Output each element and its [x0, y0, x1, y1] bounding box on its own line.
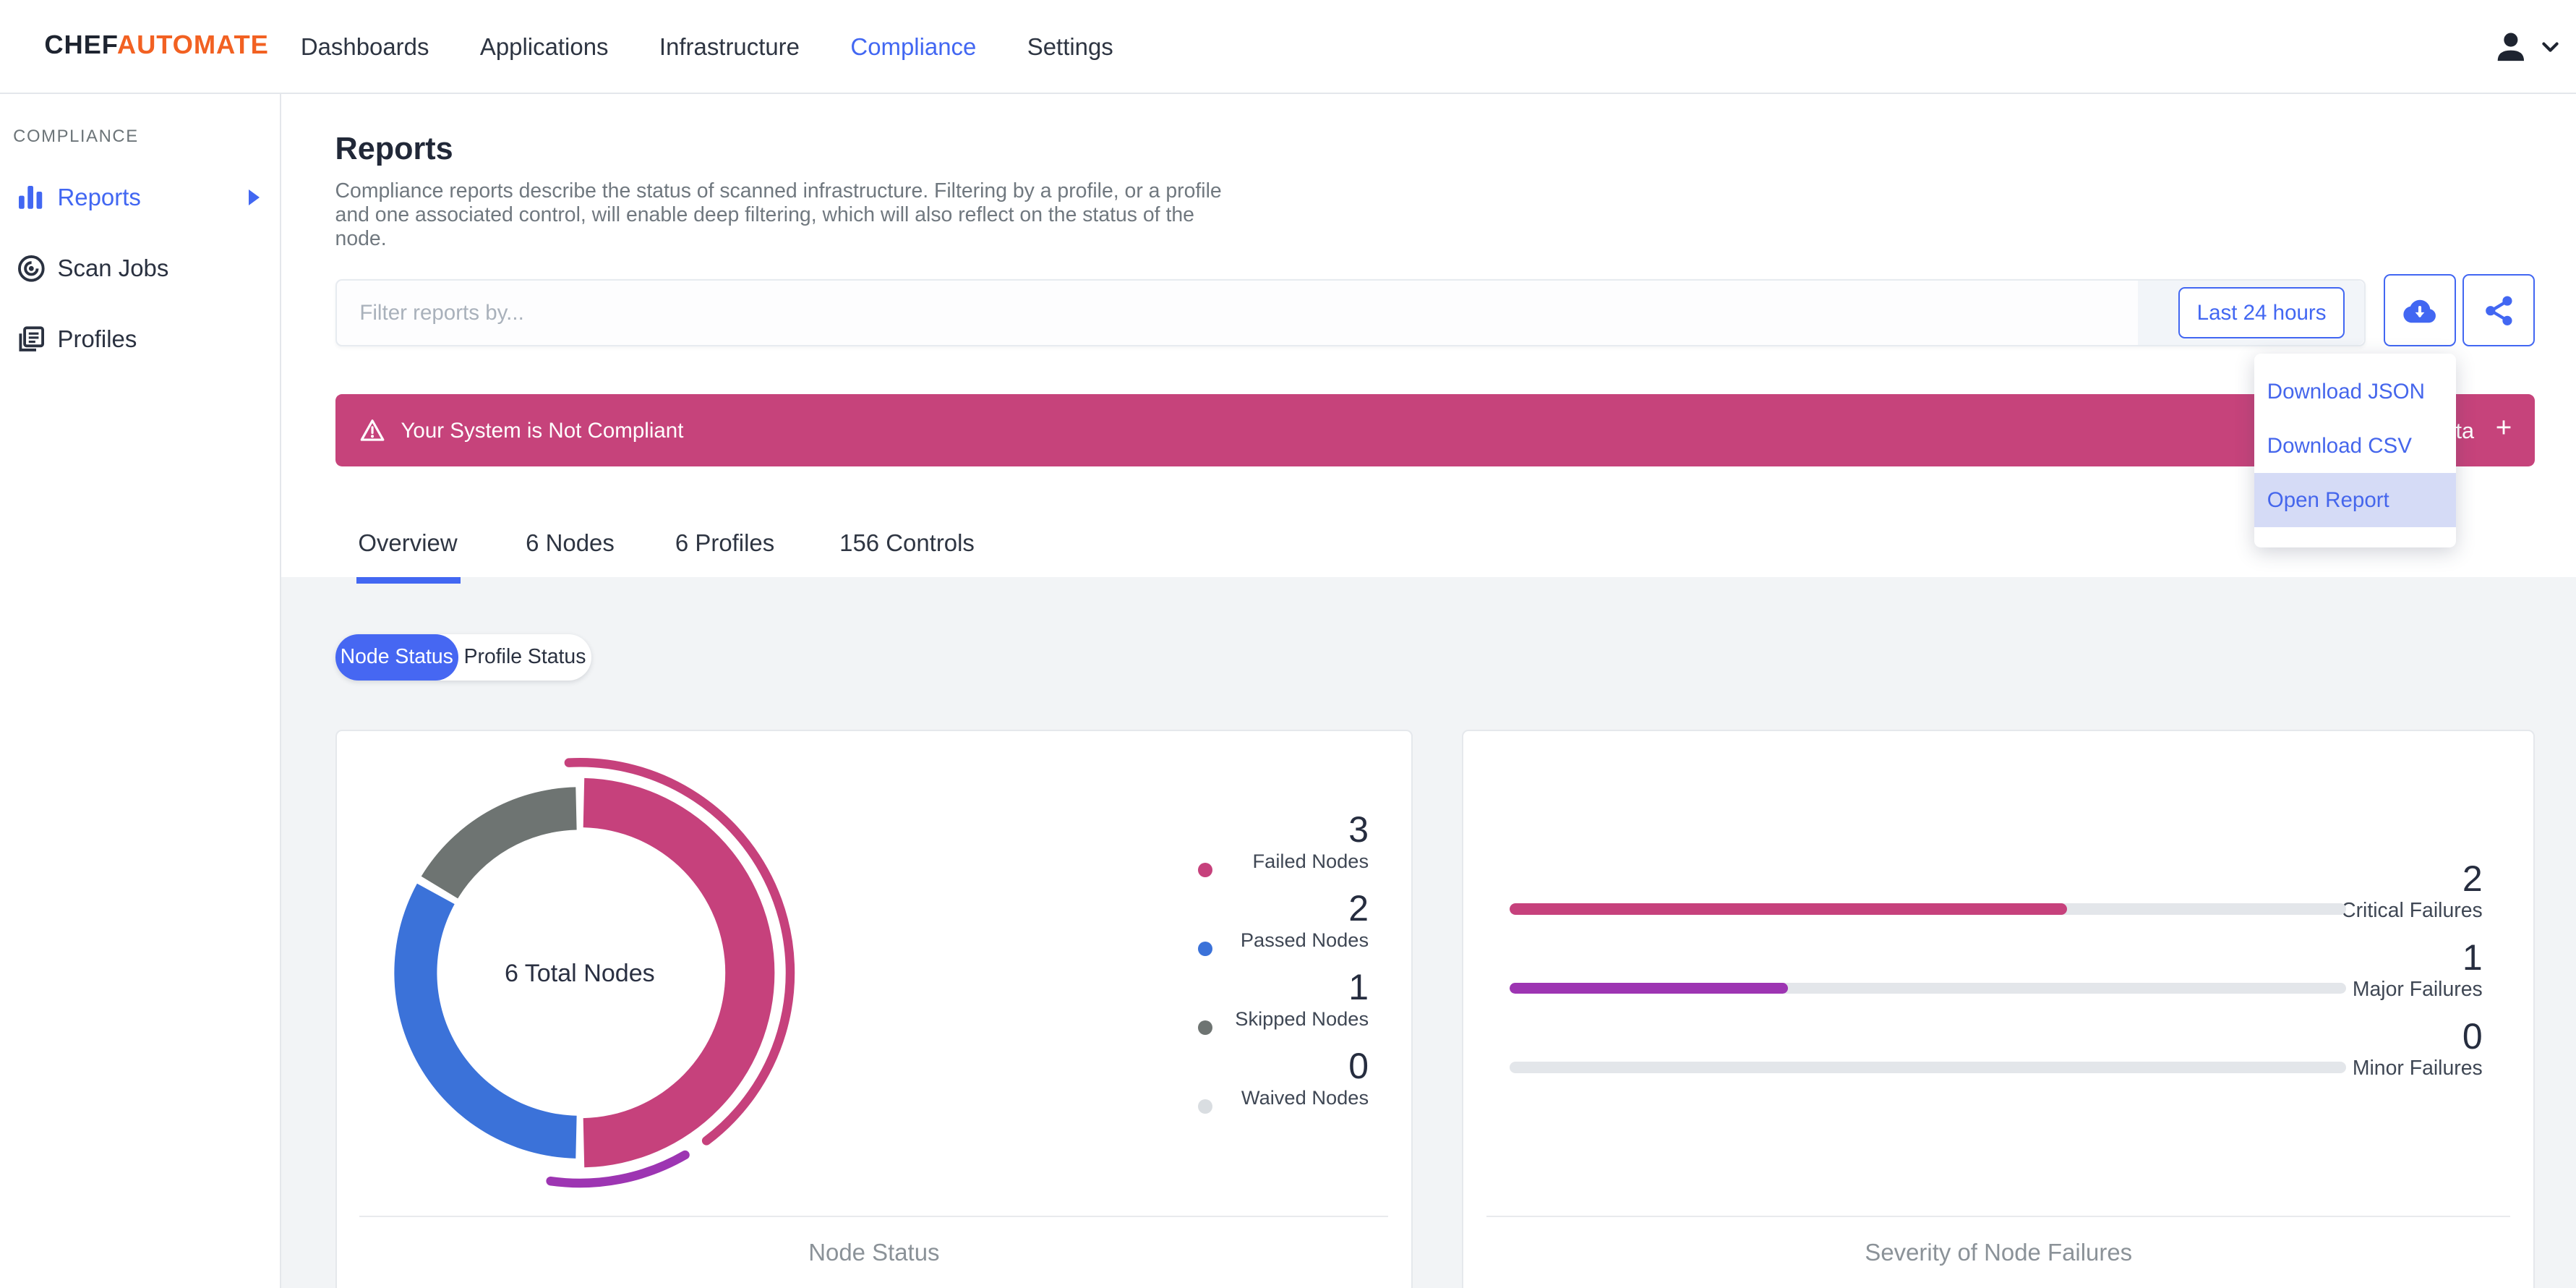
logo-chef: CHEF — [44, 29, 117, 59]
toggle-profile-status[interactable]: Profile Status — [458, 634, 591, 681]
share-icon — [2483, 294, 2515, 327]
tab-controls[interactable]: 156 Controls — [839, 529, 975, 557]
donut-legend: 3 Failed Nodes 2 Passed Nodes 1 Skipped … — [1040, 810, 1369, 1125]
app-window: CHEFAUTOMATE Dashboards Applications Inf… — [0, 0, 2576, 1288]
critical-bar-fill — [1509, 903, 2068, 916]
expand-metadata-button[interactable]: + — [2496, 412, 2512, 444]
sidebar-item-label: Scan Jobs — [57, 255, 169, 282]
chevron-down-icon — [2541, 40, 2559, 54]
card-divider — [1486, 1216, 2511, 1218]
page-title: Reports — [335, 131, 453, 166]
bar-track — [1509, 1061, 2346, 1073]
bar-chart-icon — [17, 186, 46, 210]
legend-item-skipped[interactable]: 1 Skipped Nodes — [1040, 968, 1369, 1046]
menu-item-download-json[interactable]: Download JSON — [2254, 364, 2456, 419]
warning-icon — [360, 419, 385, 442]
nav-item-compliance[interactable]: Compliance — [850, 33, 976, 61]
sidebar-section-label: COMPLIANCE — [13, 126, 139, 146]
donut-center-label: 6 Total Nodes — [504, 959, 655, 987]
legend-item-passed[interactable]: 2 Passed Nodes — [1040, 889, 1369, 968]
sidebar-item-scan-jobs[interactable]: Scan Jobs — [0, 249, 280, 289]
user-profile-icon — [2494, 30, 2528, 64]
report-metadata-label-fragment: ta — [2455, 419, 2475, 444]
bar-track — [1509, 982, 2346, 994]
bar-track — [1509, 903, 2346, 916]
legend-item-waived[interactable]: 0 Waived Nodes — [1040, 1046, 1369, 1125]
severity-label: Major Failures — [2352, 977, 2483, 1001]
sidebar-item-reports[interactable]: Reports — [0, 178, 280, 218]
filter-bar: Last 24 hours — [335, 279, 2366, 347]
card-caption: Severity of Node Failures — [1865, 1239, 2133, 1266]
download-dropdown-menu: Download JSON Download CSV Open Report — [2254, 353, 2457, 547]
legend-item-failed[interactable]: 3 Failed Nodes — [1040, 810, 1369, 889]
severity-row-major[interactable]: 1 Major Failures — [1463, 938, 2533, 1017]
failed-dot-icon — [1197, 862, 1213, 878]
page-description: Compliance reports describe the status o… — [335, 179, 1222, 250]
tab-overview[interactable]: Overview — [356, 529, 462, 583]
user-menu[interactable] — [2494, 0, 2559, 94]
nav-item-settings[interactable]: Settings — [1027, 33, 1113, 61]
severity-value: 1 — [2462, 937, 2483, 978]
skipped-dot-icon — [1197, 1020, 1213, 1036]
node-status-card: 6 Total Nodes 3 Failed Nodes 2 Passed No… — [335, 729, 1413, 1288]
card-divider — [359, 1216, 1389, 1218]
download-report-button[interactable] — [2384, 274, 2457, 347]
tab-profiles[interactable]: 6 Profiles — [675, 529, 774, 557]
documents-icon — [17, 325, 46, 352]
cloud-download-icon — [2402, 297, 2438, 323]
sidebar-item-label: Profiles — [57, 325, 137, 352]
top-navbar: CHEFAUTOMATE Dashboards Applications Inf… — [0, 0, 2576, 94]
card-caption: Node Status — [808, 1239, 940, 1266]
legend-value: 1 — [1348, 967, 1369, 1008]
radar-icon — [17, 255, 46, 283]
banner-message: Your System is Not Compliant — [401, 419, 684, 443]
nav-item-infrastructure[interactable]: Infrastructure — [659, 33, 800, 61]
submenu-arrow-icon[interactable] — [249, 189, 260, 206]
legend-value: 3 — [1348, 809, 1369, 850]
severity-value: 2 — [2462, 858, 2483, 900]
severity-value: 0 — [2462, 1016, 2483, 1057]
share-report-button[interactable] — [2462, 274, 2536, 347]
toggle-node-status[interactable]: Node Status — [335, 634, 458, 681]
severity-label: Critical Failures — [2341, 898, 2483, 922]
chef-automate-logo[interactable]: CHEFAUTOMATE — [44, 30, 268, 60]
tab-nodes[interactable]: 6 Nodes — [526, 529, 615, 557]
severity-row-minor[interactable]: 0 Minor Failures — [1463, 1017, 2533, 1096]
sidebar-item-label: Reports — [57, 184, 141, 211]
legend-value: 2 — [1348, 888, 1369, 929]
logo-automate: AUTOMATE — [116, 29, 269, 59]
main-nav: Dashboards Applications Infrastructure C… — [301, 0, 1113, 94]
filter-reports-input[interactable] — [359, 281, 2134, 345]
sidebar-item-profiles[interactable]: Profiles — [0, 320, 280, 359]
menu-item-download-csv[interactable]: Download CSV — [2254, 419, 2456, 473]
severity-card: 2 Critical Failures 1 Major Failures 0 M… — [1462, 729, 2536, 1288]
status-toggle: Node Status Profile Status — [335, 634, 592, 681]
passed-dot-icon — [1197, 941, 1213, 957]
nav-item-applications[interactable]: Applications — [480, 33, 609, 61]
legend-value: 0 — [1348, 1046, 1369, 1087]
severity-row-critical[interactable]: 2 Critical Failures — [1463, 859, 2533, 938]
nav-item-dashboards[interactable]: Dashboards — [301, 33, 429, 61]
menu-item-open-report[interactable]: Open Report — [2254, 473, 2457, 528]
time-range-button[interactable]: Last 24 hours — [2178, 287, 2345, 338]
not-compliant-banner: Your System is Not Compliant ta + — [335, 394, 2536, 467]
severity-label: Minor Failures — [2352, 1056, 2483, 1080]
major-bar-fill — [1509, 982, 1789, 994]
waived-dot-icon — [1197, 1099, 1213, 1114]
sidebar: COMPLIANCE Reports Scan Jobs Profiles — [0, 93, 281, 1288]
